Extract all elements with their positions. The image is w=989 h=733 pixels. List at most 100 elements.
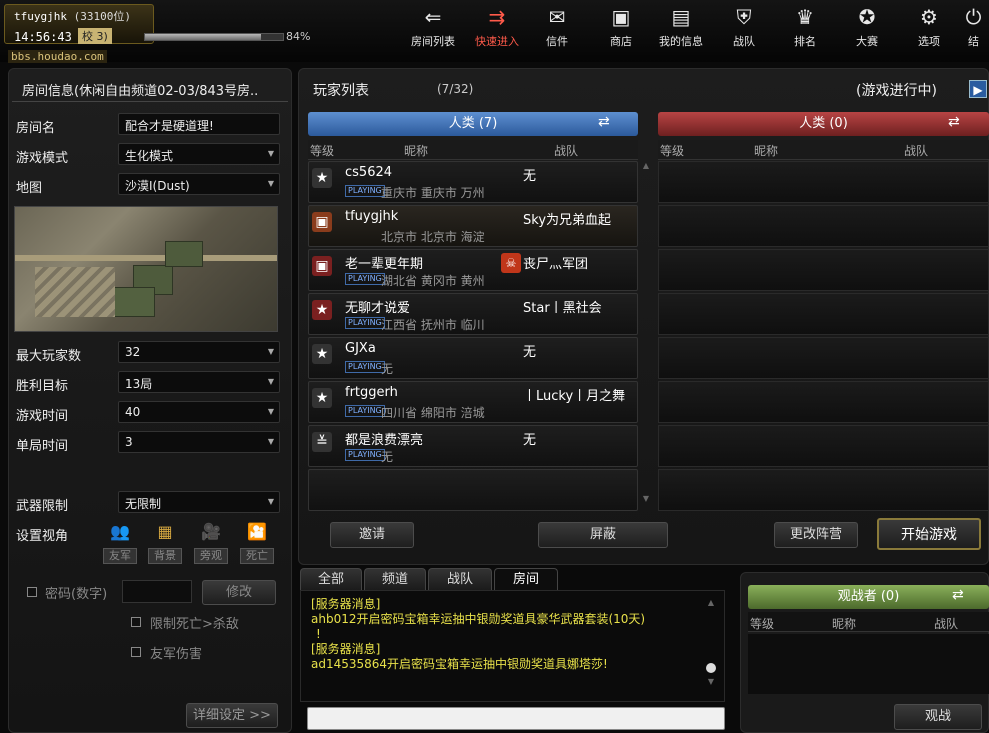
table-row[interactable]: ★ cs5624 PLAYING 重庆市 重庆市 万州 无 (308, 161, 638, 203)
chat-log: [服务器消息] ahb012开启密码宝箱幸运抽中银勋奖道具豪华武器套装(10天)… (300, 590, 725, 702)
table-row[interactable]: ★ GJXa PLAYING 无 无 (308, 337, 638, 379)
invite-button[interactable]: 邀请 (330, 522, 414, 548)
exp-bar (144, 33, 284, 41)
back-arrow-icon: ⇐ (424, 5, 442, 29)
password-input[interactable] (122, 580, 192, 603)
tab-clan[interactable]: 战队 (428, 568, 492, 590)
rank-badge: 校 3) (78, 28, 112, 44)
map-preview-image (14, 206, 278, 332)
user-info-box: tfuygjhk (33100位) 14:56:43 校 3) 84% bbs.… (0, 0, 318, 63)
team-b-header: 人类 (0) (658, 112, 989, 136)
limit-death-label: 限制死亡>杀敌 (150, 617, 239, 632)
mode-label: 游戏模式 (16, 151, 69, 166)
team-a-header: 人类 (7) (308, 112, 638, 136)
password-checkbox[interactable] (27, 587, 37, 597)
fast-forward-icon: ⇉ (488, 5, 506, 29)
view-death-button[interactable]: 🎦 死亡 (240, 520, 274, 568)
empty-slot (658, 249, 989, 291)
chat-scrollbar[interactable]: ▲ ▼ (706, 598, 716, 698)
empty-slot (658, 381, 989, 423)
shop-icon: ▣ (611, 5, 631, 29)
game-time-select[interactable]: 40 (118, 401, 280, 423)
round-time-label: 单局时间 (16, 439, 69, 454)
rank-icon: ▣ (312, 212, 332, 232)
nav-quick-join[interactable]: ⇉ 快速进入 (468, 4, 526, 52)
friendly-fire-label: 友军伤害 (150, 647, 203, 662)
table-row[interactable]: ★ 无聊才说爱 PLAYING 江西省 抚州市 临川 Star丨黑社会 (308, 293, 638, 335)
nav-ranking[interactable]: ♛ 排名 (776, 4, 834, 52)
mode-select[interactable]: 生化模式 (118, 143, 280, 165)
modify-password-button[interactable]: 修改 (202, 580, 276, 605)
table-row[interactable]: ★ frtggerh PLAYING 四川省 绵阳市 涪城 丨Lucky丨月之舞 (308, 381, 638, 423)
nav-clan[interactable]: ⛨ 战队 (715, 4, 773, 52)
team-b-swap-icon[interactable]: ⇄ (948, 114, 982, 134)
rank-icon: ★ (312, 168, 332, 188)
empty-slot (658, 469, 989, 511)
weapon-limit-select[interactable]: 无限制 (118, 491, 280, 513)
rank-icon: ≚ (312, 432, 332, 452)
rank-icon: ▣ (312, 256, 332, 276)
nav-options[interactable]: ⚙ 选项 (900, 4, 958, 52)
rank-icon: ★ (312, 300, 332, 320)
spectator-swap-icon[interactable]: ⇄ (952, 587, 964, 603)
play-arrow-icon[interactable]: ▶ (969, 80, 987, 98)
camera-icon: 🎥 (201, 522, 221, 541)
max-players-label: 最大玩家数 (16, 349, 82, 364)
player-count: (7/32) (437, 82, 474, 96)
start-game-button[interactable]: 开始游戏 (877, 518, 981, 550)
round-time-select[interactable]: 3 (118, 431, 280, 453)
empty-slot (658, 293, 989, 335)
view-background-button[interactable]: ▦ 背景 (148, 520, 182, 568)
view-ally-button[interactable]: 👥 友军 (103, 520, 137, 568)
team-a-columns: 等级 昵称 战队 (308, 140, 638, 160)
table-row[interactable]: ▣ 老一辈更年期 PLAYING 湖北省 黄冈市 黄州 ☠ 丧尸灬军团 (308, 249, 638, 291)
team-b-columns: 等级 昵称 战队 (658, 140, 989, 160)
tab-room[interactable]: 房间 (494, 568, 558, 590)
win-target-select[interactable]: 13局 (118, 371, 280, 393)
nav-contest[interactable]: ✪ 大赛 (838, 4, 896, 52)
trophy-icon: ♛ (796, 5, 814, 29)
chat-input[interactable] (307, 707, 725, 730)
empty-slot (658, 337, 989, 379)
player-list-title: 玩家列表 (313, 83, 369, 99)
nav-my-info[interactable]: ▤ 我的信息 (652, 4, 710, 52)
switch-team-button[interactable]: 更改阵营 (774, 522, 858, 548)
block-button[interactable]: 屏蔽 (538, 522, 668, 548)
detail-settings-button[interactable]: 详细设定 >> (186, 703, 278, 728)
profile-card-icon: ▤ (671, 5, 691, 29)
map-select[interactable]: 沙漠Ⅰ(Dust) (118, 173, 280, 195)
win-target-label: 胜利目标 (16, 379, 69, 394)
room-name-label: 房间名 (16, 121, 56, 136)
limit-death-checkbox[interactable] (131, 617, 141, 627)
friendly-fire-checkbox[interactable] (131, 647, 141, 657)
rank-icon: ★ (312, 388, 332, 408)
clock: 14:56:43 (14, 30, 72, 44)
game-time-label: 游戏时间 (16, 409, 69, 424)
password-label: 密码(数字) (45, 587, 108, 602)
room-name-field[interactable]: 配合才是硬道理! (118, 113, 280, 135)
view-spectate-button[interactable]: 🎥 旁观 (194, 520, 228, 568)
nav-shop[interactable]: ▣ 商店 (592, 4, 650, 52)
empty-slot (658, 205, 989, 247)
tab-channel[interactable]: 频道 (364, 568, 426, 590)
skull-icon: ☠ (501, 253, 521, 273)
spectate-button[interactable]: 观战 (894, 704, 982, 730)
game-status: (游戏进行中) (856, 83, 937, 99)
map-label: 地图 (16, 181, 43, 196)
site-watermark: bbs.houdao.com (8, 50, 107, 63)
team-a-scrollbar[interactable]: ▲ ▼ (641, 161, 651, 511)
nav-exit[interactable]: ⏻ 结 (958, 4, 989, 52)
death-camera-icon: 🎦 (247, 522, 267, 541)
nav-room-list[interactable]: ⇐ 房间列表 (404, 4, 462, 52)
empty-slot (658, 161, 989, 203)
view-label: 设置视角 (16, 529, 69, 544)
rank-icon: ★ (312, 344, 332, 364)
team-a-swap-icon[interactable]: ⇄ (598, 114, 632, 134)
ally-icon: 👥 (110, 522, 130, 541)
nav-mail[interactable]: ✉ 信件 (528, 4, 586, 52)
max-players-select[interactable]: 32 (118, 341, 280, 363)
table-row[interactable]: ≚ 都是浪费漂亮 PLAYING 无 无 (308, 425, 638, 467)
table-row[interactable]: ▣ tfuygjhk 北京市 北京市 海淀 Sky为兄弟血起 (308, 205, 638, 247)
tab-all[interactable]: 全部 (300, 568, 362, 590)
weapon-limit-label: 武器限制 (16, 499, 69, 514)
